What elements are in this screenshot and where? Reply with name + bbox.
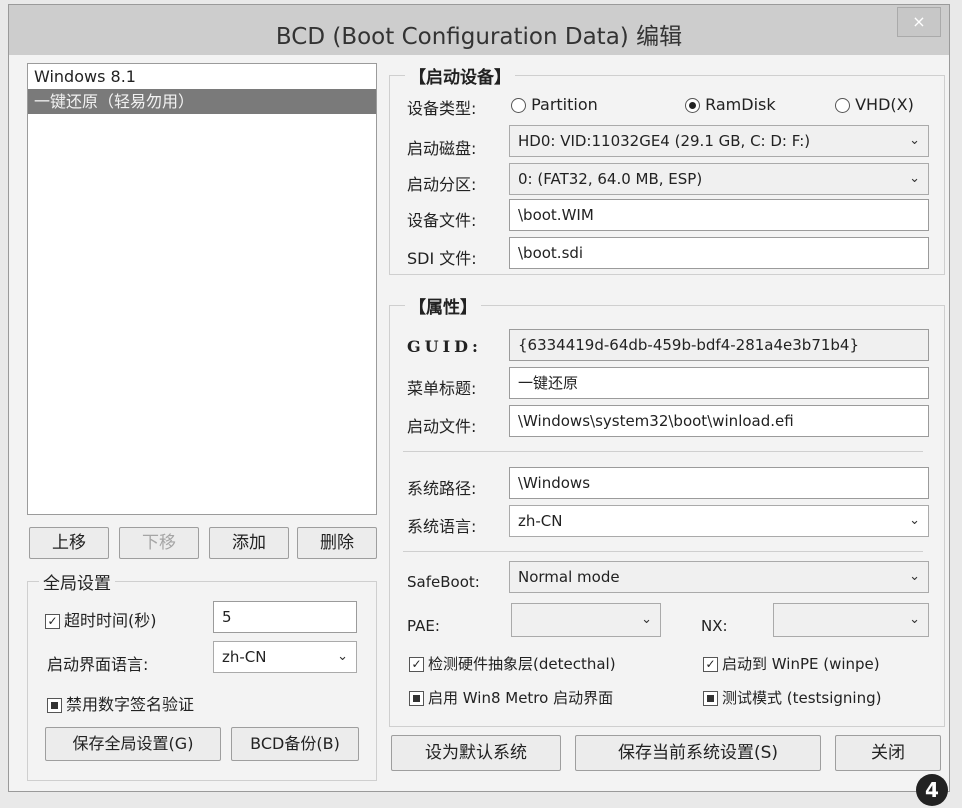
set-default-system-button[interactable]: 设为默认系统 bbox=[391, 735, 561, 771]
bcd-editor-window: BCD (Boot Configuration Data) 编辑 × Windo… bbox=[8, 4, 950, 792]
checkbox-indeterminate-icon bbox=[409, 691, 424, 706]
boot-partition-select[interactable]: 0: (FAT32, 64.0 MB, ESP) ⌄ bbox=[509, 163, 929, 195]
device-file-input[interactable]: \boot.WIM bbox=[509, 199, 929, 231]
boot-ui-language-label: 启动界面语言: bbox=[47, 655, 149, 674]
radio-partition[interactable]: Partition bbox=[511, 95, 598, 114]
boot-partition-label: 启动分区: bbox=[407, 175, 477, 194]
timeout-label: 超时时间(秒) bbox=[64, 611, 157, 630]
system-path-label: 系统路径: bbox=[407, 479, 477, 498]
save-current-settings-button[interactable]: 保存当前系统设置(S) bbox=[575, 735, 821, 771]
sdi-file-label: SDI 文件: bbox=[407, 249, 477, 268]
move-down-button[interactable]: 下移 bbox=[119, 527, 199, 559]
checkbox-checked-icon: ✓ bbox=[409, 657, 424, 672]
detecthal-checkbox[interactable]: ✓ 检测硬件抽象层(detecthal) bbox=[409, 653, 616, 674]
boot-ui-language-select[interactable]: zh-CN ⌄ bbox=[213, 641, 357, 673]
close-button[interactable]: 关闭 bbox=[835, 735, 941, 771]
window-title: BCD (Boot Configuration Data) 编辑 bbox=[275, 24, 683, 50]
boot-device-title: 【启动设备】 bbox=[405, 63, 515, 88]
boot-file-input[interactable]: \Windows\system32\boot\winload.efi bbox=[509, 405, 929, 437]
device-file-label: 设备文件: bbox=[407, 211, 477, 230]
detecthal-label: 检测硬件抽象层(detecthal) bbox=[428, 655, 616, 673]
system-path-input[interactable]: \Windows bbox=[509, 467, 929, 499]
list-item[interactable]: Windows 8.1 bbox=[28, 64, 376, 89]
radio-partition-label: Partition bbox=[531, 95, 598, 114]
boot-entry-list[interactable]: Windows 8.1 一键还原（轻易勿用） bbox=[27, 63, 377, 515]
radio-ramdisk-label: RamDisk bbox=[705, 95, 776, 114]
guid-label: GUID: bbox=[407, 337, 482, 356]
system-language-value: zh-CN bbox=[518, 512, 563, 530]
save-global-settings-button[interactable]: 保存全局设置(G) bbox=[45, 727, 221, 761]
close-window-button[interactable]: × bbox=[897, 7, 941, 37]
figure-number-badge: 4 bbox=[916, 774, 948, 806]
bcd-backup-button[interactable]: BCD备份(B) bbox=[231, 727, 359, 761]
nx-select[interactable]: ⌄ bbox=[773, 603, 929, 637]
chevron-down-icon: ⌄ bbox=[909, 171, 920, 186]
disable-signature-checkbox[interactable]: 禁用数字签名验证 bbox=[47, 691, 194, 715]
move-up-button[interactable]: 上移 bbox=[29, 527, 109, 559]
system-language-label: 系统语言: bbox=[407, 517, 477, 536]
chevron-down-icon: ⌄ bbox=[337, 649, 348, 664]
boot-disk-select[interactable]: HD0: VID:11032GE4 (29.1 GB, C: D: F:) ⌄ bbox=[509, 125, 929, 157]
menu-title-label: 菜单标题: bbox=[407, 379, 477, 398]
metro-ui-label: 启用 Win8 Metro 启动界面 bbox=[428, 689, 614, 707]
timeout-checkbox[interactable]: ✓ 超时时间(秒) bbox=[45, 607, 157, 631]
pae-select[interactable]: ⌄ bbox=[511, 603, 661, 637]
boot-disk-label: 启动磁盘: bbox=[407, 139, 477, 158]
properties-title: 【属性】 bbox=[405, 293, 481, 318]
divider bbox=[403, 551, 923, 552]
radio-vhd[interactable]: VHD(X) bbox=[835, 95, 914, 114]
disable-signature-label: 禁用数字签名验证 bbox=[66, 695, 195, 714]
boot-file-label: 启动文件: bbox=[407, 417, 477, 436]
title-bar: BCD (Boot Configuration Data) 编辑 × bbox=[9, 5, 949, 55]
metro-ui-checkbox[interactable]: 启用 Win8 Metro 启动界面 bbox=[409, 687, 613, 708]
radio-unselected-icon bbox=[835, 98, 850, 113]
radio-unselected-icon bbox=[511, 98, 526, 113]
safeboot-select[interactable]: Normal mode ⌄ bbox=[509, 561, 929, 593]
boot-partition-value: 0: (FAT32, 64.0 MB, ESP) bbox=[518, 170, 703, 188]
sdi-file-input[interactable]: \boot.sdi bbox=[509, 237, 929, 269]
checkbox-checked-icon: ✓ bbox=[703, 657, 718, 672]
boot-disk-value: HD0: VID:11032GE4 (29.1 GB, C: D: F:) bbox=[518, 132, 811, 150]
checkbox-indeterminate-icon bbox=[703, 691, 718, 706]
testsigning-label: 测试模式 (testsigning) bbox=[722, 689, 882, 707]
safeboot-value: Normal mode bbox=[518, 568, 620, 586]
safeboot-label: SafeBoot: bbox=[407, 573, 480, 591]
divider bbox=[403, 451, 923, 452]
list-item[interactable]: 一键还原（轻易勿用） bbox=[28, 89, 376, 114]
winpe-checkbox[interactable]: ✓ 启动到 WinPE (winpe) bbox=[703, 653, 880, 674]
checkbox-checked-icon: ✓ bbox=[45, 614, 60, 629]
radio-ramdisk[interactable]: RamDisk bbox=[685, 95, 776, 114]
boot-ui-language-value: zh-CN bbox=[222, 648, 267, 666]
device-type-label: 设备类型: bbox=[407, 99, 477, 118]
menu-title-input[interactable]: 一键还原 bbox=[509, 367, 929, 399]
chevron-down-icon: ⌄ bbox=[909, 133, 920, 148]
radio-selected-icon bbox=[685, 98, 700, 113]
add-button[interactable]: 添加 bbox=[209, 527, 289, 559]
chevron-down-icon: ⌄ bbox=[909, 569, 920, 584]
global-settings-title: 全局设置 bbox=[39, 569, 115, 594]
guid-field[interactable]: {6334419d-64db-459b-bdf4-281a4e3b71b4} bbox=[509, 329, 929, 361]
checkbox-indeterminate-icon bbox=[47, 698, 62, 713]
pae-label: PAE: bbox=[407, 617, 440, 635]
chevron-down-icon: ⌄ bbox=[909, 513, 920, 528]
radio-vhd-label: VHD(X) bbox=[855, 95, 914, 114]
winpe-label: 启动到 WinPE (winpe) bbox=[722, 655, 880, 673]
chevron-down-icon: ⌄ bbox=[641, 612, 652, 627]
testsigning-checkbox[interactable]: 测试模式 (testsigning) bbox=[703, 687, 882, 708]
timeout-input[interactable]: 5 bbox=[213, 601, 357, 633]
system-language-select[interactable]: zh-CN ⌄ bbox=[509, 505, 929, 537]
delete-button[interactable]: 删除 bbox=[297, 527, 377, 559]
chevron-down-icon: ⌄ bbox=[909, 612, 920, 627]
nx-label: NX: bbox=[701, 617, 728, 635]
